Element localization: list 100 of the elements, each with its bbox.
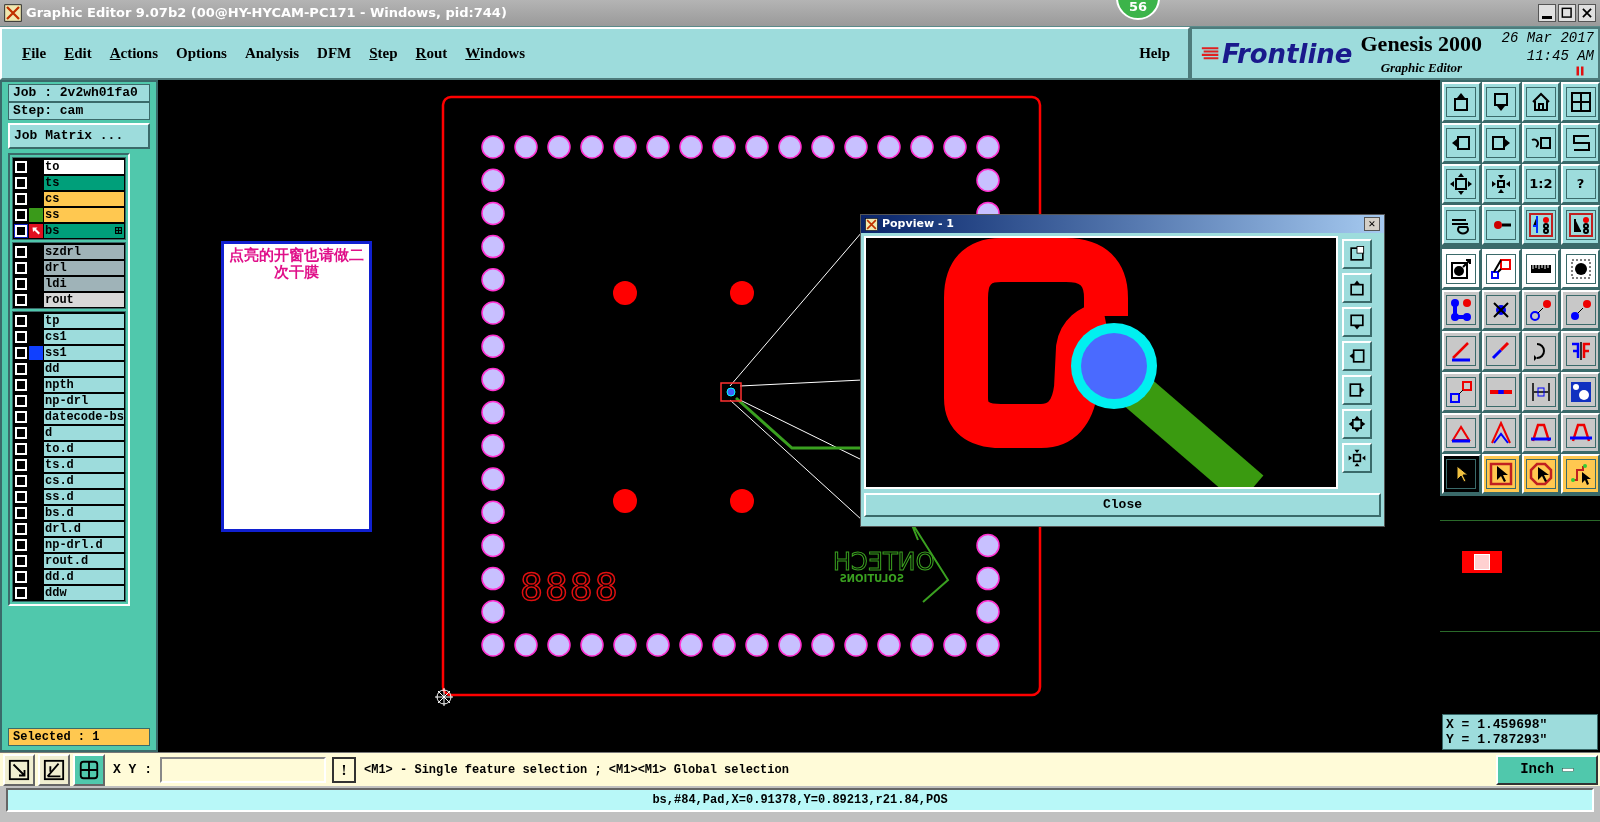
menu-item[interactable]: Actions	[109, 42, 159, 65]
tool-button[interactable]	[1561, 82, 1600, 122]
tool-button[interactable]	[1521, 454, 1561, 494]
tool-button[interactable]	[1442, 164, 1481, 204]
tool-button[interactable]	[1442, 372, 1481, 412]
layer-checkbox[interactable]	[15, 192, 27, 205]
layer-name[interactable]: drl.d	[44, 521, 124, 536]
layer-name[interactable]: cs1	[44, 329, 124, 344]
layer-checkbox[interactable]	[15, 426, 27, 439]
minimize-button[interactable]	[1538, 4, 1556, 22]
layer-name[interactable]: to.d	[44, 441, 124, 456]
layer-name[interactable]: ts	[44, 175, 124, 190]
layer-checkbox[interactable]	[15, 458, 27, 471]
layer-checkbox[interactable]	[15, 506, 27, 519]
layer-name[interactable]: rout.d	[44, 553, 124, 568]
menu-item[interactable]: Options	[176, 42, 227, 65]
layer-checkbox[interactable]	[15, 538, 27, 551]
layer-checkbox[interactable]	[14, 410, 27, 423]
layer-checkbox[interactable]	[15, 554, 27, 567]
layer-checkbox[interactable]	[15, 474, 27, 487]
layer-color-swatch[interactable]	[29, 207, 43, 222]
tool-button[interactable]	[1521, 290, 1561, 330]
layer-name[interactable]: ddw	[44, 585, 124, 600]
menu-item[interactable]: File	[22, 42, 47, 65]
tool-button[interactable]	[1561, 249, 1600, 289]
tool-button[interactable]	[3, 753, 35, 786]
layer-checkbox[interactable]	[15, 362, 27, 375]
layer-checkbox[interactable]	[15, 160, 27, 173]
tool-button[interactable]	[1561, 413, 1600, 453]
tool-button[interactable]	[1442, 123, 1481, 163]
menu-item[interactable]: Windows	[465, 42, 526, 65]
alert-button[interactable]: !	[332, 756, 356, 783]
layer-name[interactable]: szdrl	[44, 244, 124, 259]
layer-name[interactable]: dd.d	[44, 569, 124, 584]
units-dropdown[interactable]: Inch	[1496, 754, 1598, 785]
tool-button[interactable]	[1561, 331, 1600, 371]
layer-checkbox[interactable]	[15, 490, 27, 503]
tool-button[interactable]	[1481, 372, 1521, 412]
view-button[interactable]	[1342, 239, 1372, 269]
tool-button[interactable]	[1521, 205, 1561, 245]
tool-button[interactable]	[1481, 164, 1521, 204]
tool-button[interactable]	[1442, 454, 1481, 494]
layer-name[interactable]: to	[44, 159, 124, 174]
layer-color-swatch[interactable]	[29, 223, 43, 238]
layer-name[interactable]: d	[44, 425, 124, 440]
layer-checkbox[interactable]	[15, 330, 27, 343]
menu-item[interactable]: Step	[369, 42, 398, 65]
view-button[interactable]	[1342, 443, 1372, 473]
tool-button[interactable]	[1521, 249, 1561, 289]
layer-name[interactable]: tp	[44, 313, 124, 328]
close-button[interactable]: ×	[1364, 217, 1380, 231]
layer-checkbox[interactable]	[15, 378, 27, 391]
layer-name[interactable]: cs.d	[44, 473, 124, 488]
layer-checkbox[interactable]	[15, 261, 27, 274]
close-button[interactable]	[1578, 4, 1596, 22]
tool-button[interactable]	[1481, 82, 1521, 122]
layer-name[interactable]: np-drl	[44, 393, 124, 408]
pause-icon[interactable]	[1574, 65, 1586, 77]
view-button[interactable]	[1342, 341, 1372, 371]
tool-button[interactable]: 1:2	[1521, 164, 1561, 204]
layer-checkbox[interactable]	[15, 245, 27, 258]
layer-checkbox[interactable]	[15, 314, 27, 327]
menu-item[interactable]: DFM	[317, 42, 352, 65]
menu-item[interactable]: Analysis	[244, 42, 300, 65]
view-button[interactable]	[1342, 307, 1372, 337]
layer-checkbox[interactable]	[15, 293, 27, 306]
view-button[interactable]	[1342, 409, 1372, 439]
tool-button[interactable]	[1442, 82, 1481, 122]
layer-name[interactable]: dd	[44, 361, 124, 376]
layer-checkbox[interactable]	[15, 277, 27, 290]
layer-checkbox[interactable]	[15, 570, 27, 583]
layer-name[interactable]: bs	[44, 223, 124, 238]
close-button[interactable]: Close	[864, 493, 1381, 517]
layer-name[interactable]: bs.d	[44, 505, 124, 520]
tool-button[interactable]	[1442, 249, 1481, 289]
coordinate-input[interactable]	[160, 756, 326, 783]
layer-checkbox[interactable]	[15, 176, 27, 189]
tool-button[interactable]	[1561, 454, 1600, 494]
menu-item[interactable]: Help	[1139, 42, 1170, 65]
menu-item[interactable]: Rout	[415, 42, 448, 65]
maximize-button[interactable]	[1558, 4, 1576, 22]
tool-button[interactable]	[1481, 290, 1521, 330]
layer-color-swatch[interactable]	[29, 345, 43, 360]
tool-button[interactable]	[1442, 413, 1481, 453]
tool-button[interactable]	[1442, 205, 1481, 245]
tool-button[interactable]	[1481, 413, 1521, 453]
layer-name[interactable]: rout	[44, 292, 124, 307]
tool-button[interactable]	[1521, 123, 1561, 163]
layer-name[interactable]: ts.d	[44, 457, 124, 472]
job-matrix-button[interactable]: Job Matrix ...	[8, 123, 150, 149]
tool-button[interactable]: ?	[1561, 164, 1600, 204]
layer-checkbox[interactable]	[15, 224, 27, 237]
tool-button[interactable]	[1481, 331, 1521, 371]
layer-checkbox[interactable]	[15, 586, 27, 599]
layer-name[interactable]: datecode-bs	[43, 409, 124, 424]
layer-checkbox[interactable]	[15, 346, 27, 359]
tool-button[interactable]	[1481, 123, 1521, 163]
menu-item[interactable]: Edit	[64, 42, 92, 65]
tool-button[interactable]	[1521, 82, 1561, 122]
layer-name[interactable]: drl	[44, 260, 124, 275]
